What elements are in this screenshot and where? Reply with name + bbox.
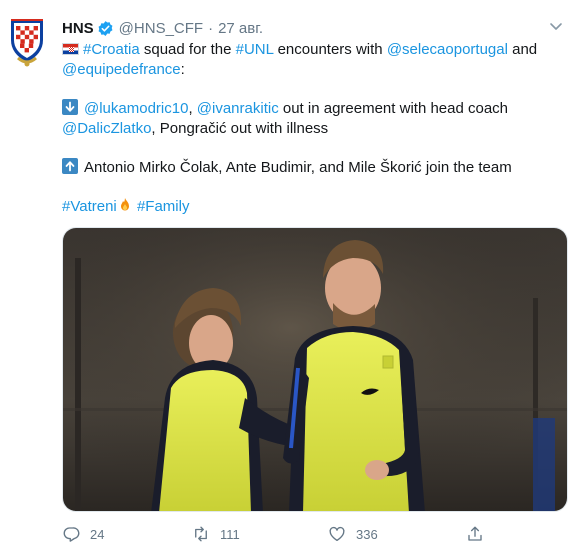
hns-crest-logo [11,19,43,67]
mention-equipedefrance[interactable]: @equipedefrance [62,61,181,78]
tweet-photo[interactable] [62,227,568,512]
tweet-timestamp[interactable]: 27 авг. [218,20,263,37]
up-arrow-emoji [62,158,78,174]
retweet-count: 111 [220,526,240,542]
text-segment: and [507,41,538,58]
tweet-line: Antonio Mirko Čolak, Ante Budimir, and M… [62,158,562,178]
tweet-text: #Croatia squad for the #UNL encounters w… [62,40,562,217]
fire-emoji [120,198,129,211]
text-segment: , Pongračić out with illness [151,120,329,137]
tweet-line: @equipedefrance: [62,60,562,80]
hashtag-unl[interactable]: #UNL [236,41,274,58]
mention-daliczlatko[interactable]: @DalicZlatko [62,120,151,137]
hashtag-croatia[interactable]: #Croatia [83,41,140,58]
tweet-card[interactable]: HNS @HNS_CFF · 27 авг. #Croatia squad fo… [0,0,581,551]
tweet-line: #Croatia squad for the #UNL encounters w… [62,40,562,60]
retweet-icon [195,526,207,542]
share-button[interactable] [466,522,494,546]
display-name[interactable]: HNS [62,20,94,37]
share-icon [468,526,482,541]
separator-dot: · [208,19,214,37]
tweet-line: @lukamodric10, @ivanrakitic out in agree… [62,99,562,119]
tweet-header: HNS @HNS_CFF · 27 авг. [62,18,263,38]
text-segment: , [188,100,197,117]
text-segment: : [180,61,185,78]
down-arrow-emoji [62,99,78,115]
text-segment: squad for the [139,41,236,58]
avatar[interactable] [9,14,45,68]
text-segment: encounters with [273,41,387,58]
verified-badge-icon [98,20,113,36]
chevron-down-icon[interactable] [548,18,564,34]
hashtag-family[interactable]: #Family [137,198,190,215]
heart-icon [329,526,345,542]
mention-lukamodric10[interactable]: @lukamodric10 [84,100,188,117]
retweet-button[interactable]: 111 [192,522,240,546]
like-count: 336 [356,526,378,542]
mention-selecaoportugal[interactable]: @selecaoportugal [387,41,508,58]
tweet-line: #Vatreni #Family [62,197,562,217]
like-button[interactable]: 336 [328,522,378,546]
mention-ivanrakitic[interactable]: @ivanrakitic [197,100,279,117]
tweet-line: @DalicZlatko, Pongračić out with illness [62,119,562,139]
reply-button[interactable]: 24 [62,522,104,546]
user-handle[interactable]: @HNS_CFF [119,20,203,37]
reply-icon [63,527,80,542]
tweet-actions: 24 111 336 [62,522,562,546]
photo-players-training [63,228,567,511]
text-segment: Antonio Mirko Čolak, Ante Budimir, and M… [84,159,512,176]
croatia-flag-emoji [62,43,79,55]
hashtag-vatreni[interactable]: #Vatreni [62,198,117,215]
text-segment: out in agreement with head coach [278,100,509,117]
reply-count: 24 [90,526,105,542]
